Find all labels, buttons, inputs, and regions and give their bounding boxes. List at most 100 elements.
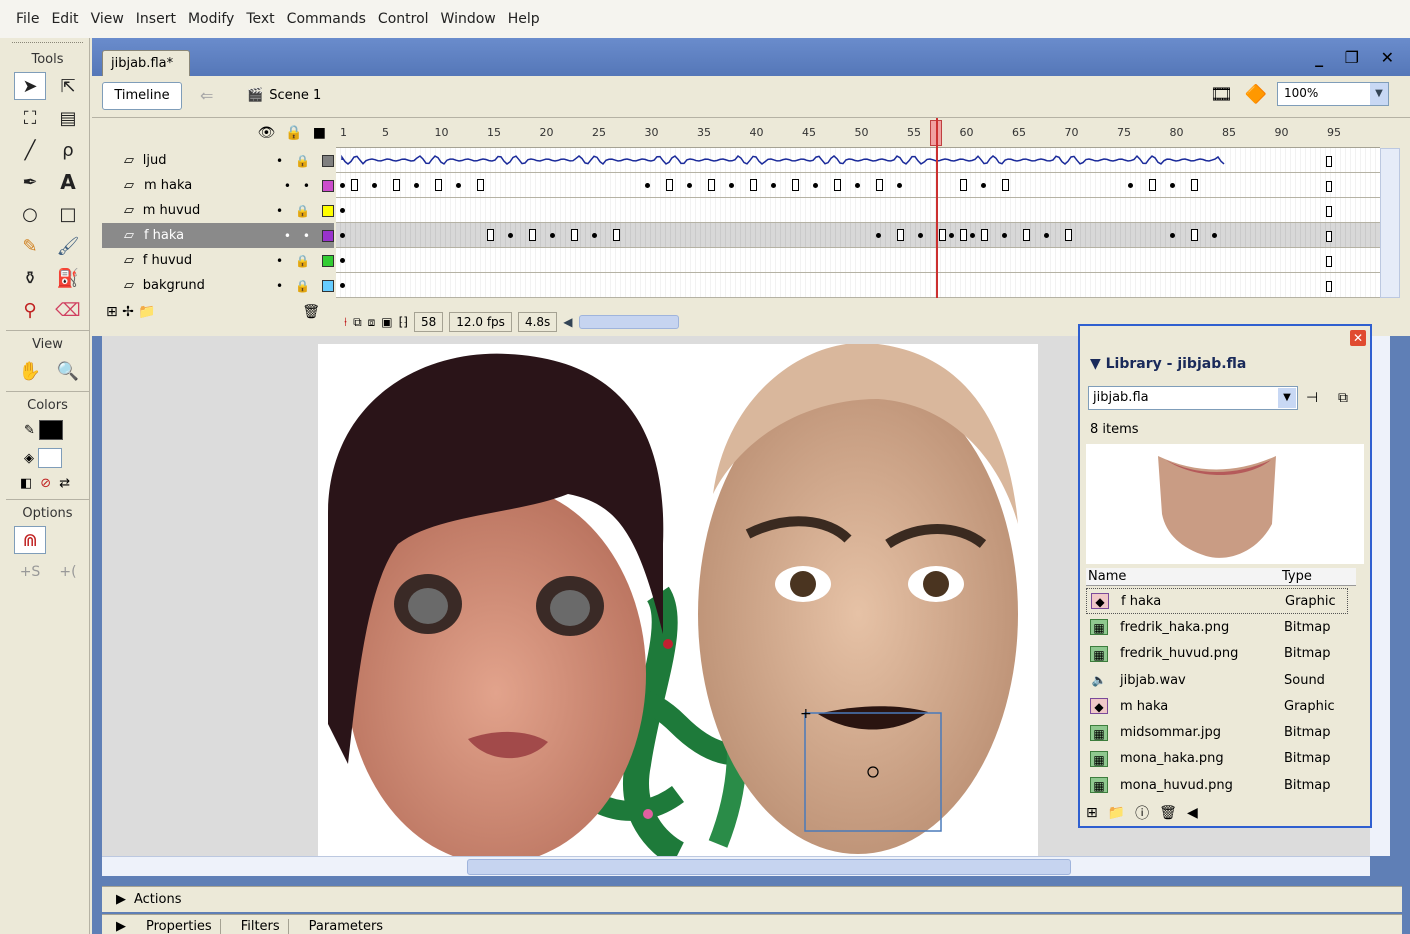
frame-row[interactable] [336,173,1380,198]
eye-icon[interactable]: 👁 [258,125,276,141]
lock-icon[interactable]: 🔒 [285,125,302,141]
no-color-icon[interactable]: ⊘ [40,476,51,491]
menu-file[interactable]: File [10,11,45,27]
properties-icon[interactable]: ⓘ [1135,803,1149,823]
keyframe-dot[interactable] [340,208,345,213]
layer-outline-color[interactable] [322,154,334,167]
layer-outline-color[interactable] [322,229,334,242]
scroll-left-icon[interactable]: ◀ [1187,805,1198,821]
zoom-select[interactable]: 100% ▼ [1277,82,1389,106]
frame-row[interactable] [336,148,1380,173]
keyframe[interactable] [970,233,975,238]
library-item[interactable]: ▦ mona_haka.png Bitmap [1086,746,1348,772]
layer-outline-color[interactable] [322,254,334,267]
pen-tool-icon[interactable]: ✒ [14,168,46,196]
keyframe[interactable] [476,179,484,191]
keyframe[interactable] [413,183,419,188]
visibility-dot[interactable]: • [284,229,291,243]
line-tool-icon[interactable]: ╱ [14,136,46,164]
close-icon[interactable]: ✕ [1350,330,1366,346]
tab-filters[interactable]: Filters [233,919,289,934]
lock-toggle[interactable]: • [303,229,310,243]
keyframe[interactable] [980,183,986,188]
stroke-color-swatch[interactable] [38,420,63,440]
expand-triangle-icon[interactable]: ▶ [116,892,126,907]
lock-toggle[interactable]: 🔒 [295,254,310,268]
keyframe[interactable] [571,229,578,241]
snap-magnet-icon[interactable]: ⋒ [14,526,46,554]
paint-bucket-tool-icon[interactable]: ⛽ [52,264,84,292]
ink-bottle-tool-icon[interactable]: ⚱ [14,264,46,292]
layer-row[interactable]: ▱ f haka • • [102,223,334,248]
visibility-dot[interactable]: • [276,154,283,168]
hand-tool-icon[interactable]: ✋ [14,357,46,385]
library-item[interactable]: ◆ f haka Graphic [1086,588,1348,615]
subselection-tool-icon[interactable]: ⇱ [52,72,84,100]
keyframe[interactable] [707,179,715,191]
keyframe[interactable] [749,179,757,191]
new-folder-icon[interactable]: 📁 [1108,805,1125,821]
eyedropper-tool-icon[interactable]: ⚲ [14,296,46,324]
keyframe[interactable] [613,229,620,241]
onion-skin-icon[interactable]: ⧉ [353,315,362,330]
keyframe[interactable] [896,229,904,241]
male-head[interactable] [698,344,1018,854]
frame-row[interactable] [336,198,1380,223]
lock-toggle[interactable]: 🔒 [295,154,310,168]
timeline-hscroll-thumb[interactable] [578,315,679,329]
keyframe[interactable] [833,179,841,191]
menu-modify[interactable]: Modify [182,11,240,27]
selection-tool-icon[interactable]: ➤ [14,72,46,100]
fill-color-swatch[interactable] [38,448,62,468]
keyframe[interactable] [959,229,967,241]
keyframe[interactable] [1169,183,1175,188]
delete-icon[interactable]: 🗑 [1159,805,1177,821]
keyframe[interactable] [434,179,442,191]
properties-panel-header[interactable]: ▶ Properties Filters Parameters [102,914,1402,934]
keyframe[interactable] [392,179,400,191]
new-library-icon[interactable]: ⧉ [1338,390,1348,406]
stage-vertical-scrollbar[interactable] [1370,336,1390,856]
visibility-dot[interactable]: • [276,204,283,218]
keyframe[interactable] [550,233,555,238]
visibility-dot[interactable]: • [276,279,283,293]
visibility-dot[interactable]: • [284,179,291,193]
menu-window[interactable]: Window [435,11,502,27]
back-arrow-icon[interactable]: ⇐ [200,86,213,105]
column-name[interactable]: Name [1088,569,1126,584]
layer-row[interactable]: ▱ m haka • • [102,173,334,198]
menu-insert[interactable]: Insert [130,11,182,27]
text-tool-icon[interactable]: A [52,168,84,196]
menu-control[interactable]: Control [372,11,435,27]
keyframe[interactable] [350,179,358,191]
layer-row[interactable]: ▱ m huvud • 🔒 [102,198,334,223]
keyframe[interactable] [1022,229,1030,241]
lasso-tool-icon[interactable]: ρ [52,136,84,164]
keyframe[interactable] [455,183,461,188]
library-item[interactable]: ▦ mona_huvud.png Bitmap [1086,772,1348,798]
keyframe[interactable] [770,183,776,188]
panel-grip[interactable] [12,42,83,50]
scroll-left-icon[interactable]: ◀ [563,315,572,329]
keyframe[interactable] [1169,233,1175,238]
menu-help[interactable]: Help [502,11,546,27]
pencil-tool-icon[interactable]: ✎ [14,232,46,260]
keyframe[interactable] [1127,183,1133,188]
layer-row[interactable]: ▱ bakgrund • 🔒 [102,273,334,298]
zoom-tool-icon[interactable]: 🔍 [52,357,84,385]
keyframe[interactable] [592,233,597,238]
timeline-toggle-button[interactable]: Timeline [102,82,182,110]
smooth-icon[interactable]: +S [14,558,46,586]
keyframe[interactable] [959,179,967,191]
column-type[interactable]: Type [1282,569,1312,584]
actions-panel-header[interactable]: ▶ Actions [102,886,1402,912]
keyframe[interactable] [791,179,799,191]
library-item[interactable]: ▦ midsommar.jpg Bitmap [1086,719,1348,745]
edit-symbols-icon[interactable]: 🔶 [1245,84,1267,105]
keyframe[interactable] [508,233,513,238]
outline-icon[interactable]: ■ [313,125,326,141]
library-item[interactable]: ▦ fredrik_haka.png Bitmap [1086,614,1348,640]
delete-layer-icon[interactable]: 🗑 [302,304,320,320]
lock-toggle[interactable]: • [303,179,310,193]
keyframe[interactable] [812,183,818,188]
